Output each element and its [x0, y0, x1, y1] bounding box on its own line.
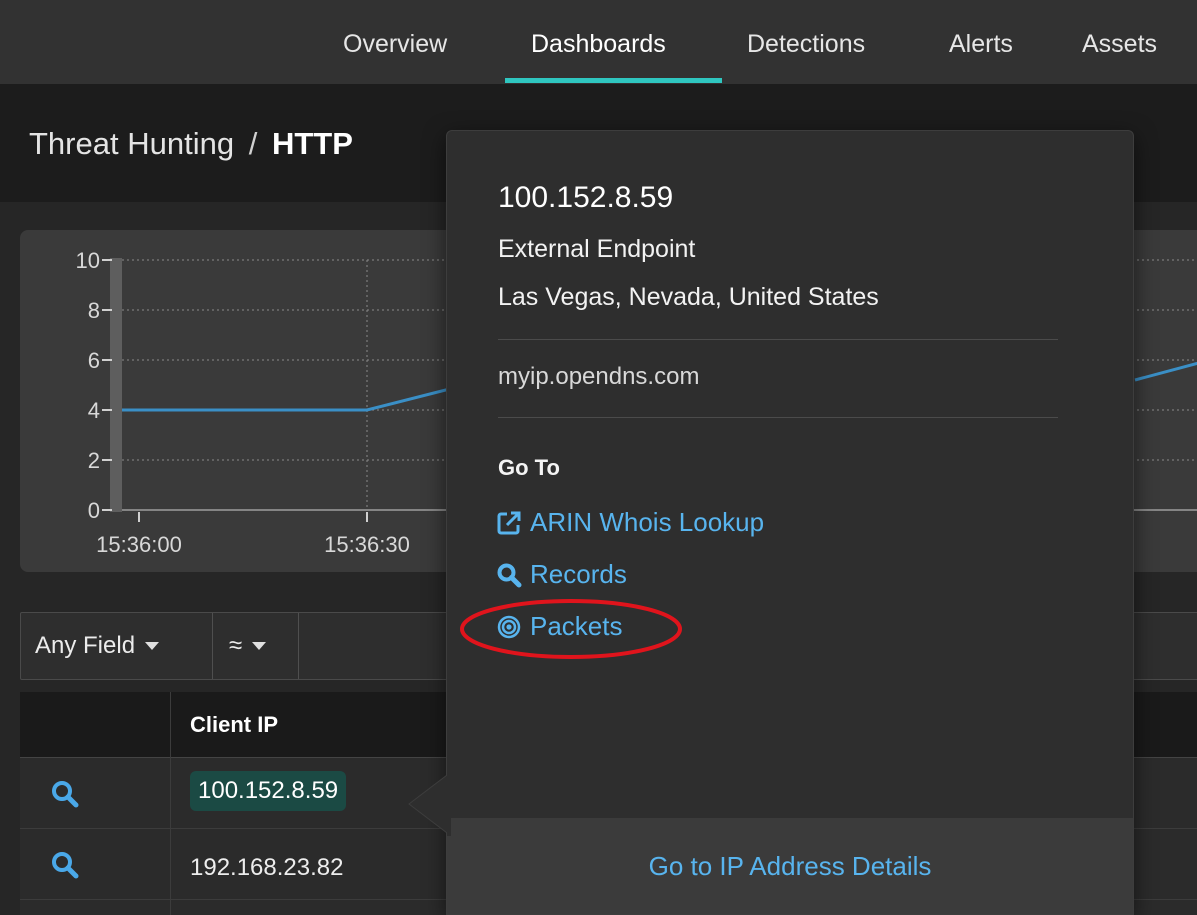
field-dropdown-label: Any Field — [35, 632, 136, 659]
operator-dropdown[interactable]: ≈ — [213, 613, 299, 679]
popover-pointer — [408, 772, 451, 836]
records-link[interactable]: Records — [496, 559, 627, 590]
field-dropdown[interactable]: Any Field — [21, 613, 213, 679]
records-link-label: Records — [530, 559, 627, 589]
operator-dropdown-label: ≈ — [229, 632, 243, 659]
column-header-client-ip[interactable]: Client IP — [190, 712, 278, 738]
series-line — [122, 380, 478, 412]
breadcrumb-parent[interactable]: Threat Hunting — [29, 126, 234, 161]
y-tick-label: 2 — [88, 448, 100, 473]
search-icon — [497, 563, 522, 587]
endpoint-type: External Endpoint — [498, 235, 696, 263]
client-ip-cell[interactable]: 192.168.23.82 — [190, 854, 343, 882]
app-root: Overview Dashboards Detections Alerts As… — [0, 0, 1197, 915]
search-icon[interactable] — [50, 779, 80, 809]
go-to-ip-details-button[interactable]: Go to IP Address Details — [447, 818, 1133, 914]
top-navigation: Overview Dashboards Detections Alerts As… — [0, 0, 1197, 84]
client-ip-cell[interactable]: 100.152.8.59 — [190, 771, 347, 811]
endpoint-location: Las Vegas, Nevada, United States — [498, 283, 879, 311]
arin-whois-link[interactable]: ARIN Whois Lookup — [496, 507, 764, 538]
divider — [498, 339, 1058, 340]
chevron-down-icon — [252, 642, 267, 650]
series-line-continuation — [1134, 361, 1197, 382]
packets-link[interactable]: Packets — [496, 611, 623, 642]
search-icon[interactable] — [50, 850, 80, 880]
nav-detections[interactable]: Detections — [747, 30, 865, 59]
nav-assets[interactable]: Assets — [1082, 30, 1157, 59]
ip-details-popover: 100.152.8.59 External Endpoint Las Vegas… — [446, 130, 1134, 915]
x-tick-label: 15:36:00 — [96, 532, 182, 557]
external-link-icon — [497, 511, 521, 534]
y-tick-label: 8 — [88, 298, 100, 323]
x-tick-label: 15:36:30 — [324, 532, 410, 557]
popover-ip-address: 100.152.8.59 — [498, 181, 674, 214]
breadcrumb-current: HTTP — [271, 126, 353, 161]
target-icon — [497, 615, 521, 638]
y-tick-label: 6 — [88, 348, 100, 373]
y-tick-label: 10 — [76, 248, 100, 273]
active-tab-indicator — [505, 78, 722, 83]
go-to-ip-details-label: Go to IP Address Details — [648, 850, 932, 881]
packets-link-label: Packets — [530, 611, 623, 641]
breadcrumb-separator: / — [248, 126, 258, 161]
nav-overview[interactable]: Overview — [343, 30, 447, 59]
breadcrumb: Threat Hunting / HTTP — [29, 126, 353, 162]
y-tick-label: 4 — [88, 398, 100, 423]
nav-dashboards[interactable]: Dashboards — [531, 30, 666, 59]
goto-heading: Go To — [498, 455, 560, 480]
divider — [498, 417, 1058, 418]
nav-alerts[interactable]: Alerts — [949, 30, 1013, 59]
chevron-down-icon — [145, 642, 160, 650]
arin-whois-link-label: ARIN Whois Lookup — [530, 507, 765, 537]
y-tick-label: 0 — [88, 498, 100, 523]
y-axis-band — [110, 258, 122, 512]
endpoint-hostname: myip.opendns.com — [498, 363, 700, 390]
